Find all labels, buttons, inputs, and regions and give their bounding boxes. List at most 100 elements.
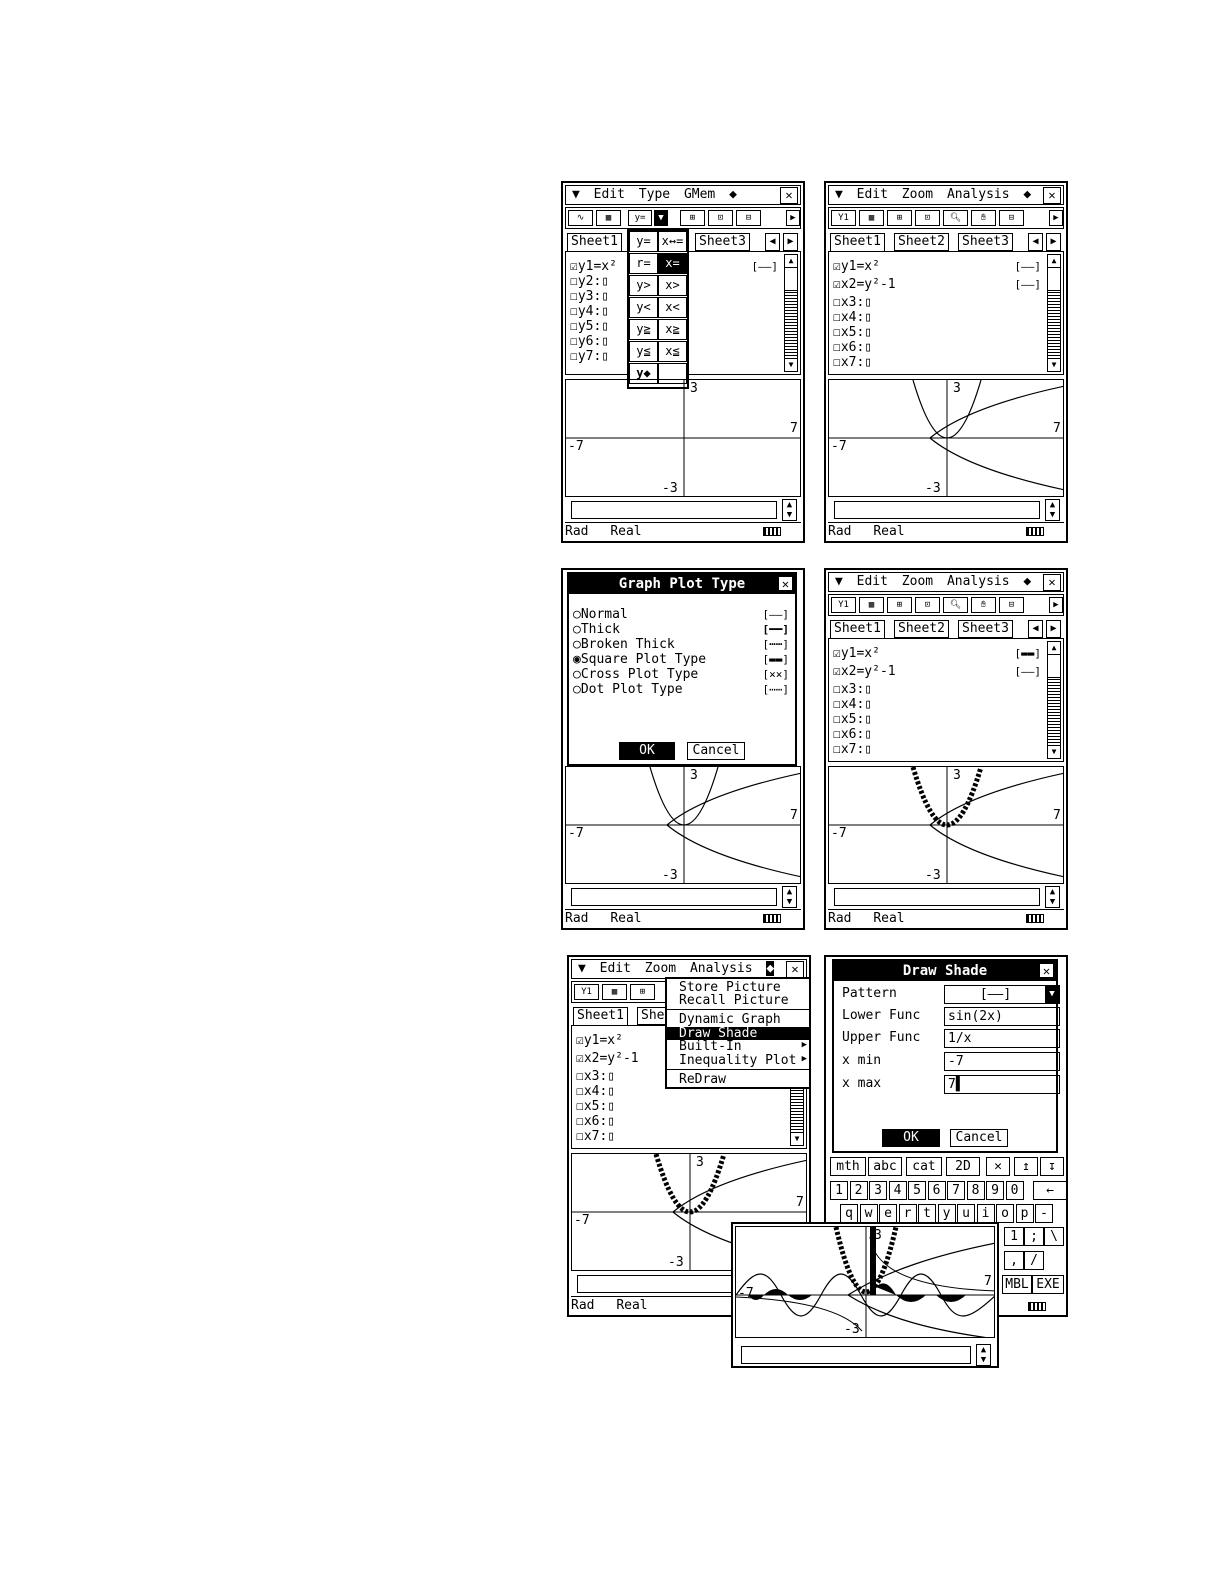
- diamond-icon[interactable]: ◆: [729, 187, 737, 202]
- menu-dynamic-graph[interactable]: Dynamic Graph: [667, 1013, 809, 1026]
- zoom-in-icon[interactable]: ⊡: [915, 210, 940, 226]
- option-normal[interactable]: ○Normal: [573, 608, 628, 622]
- cancel-button[interactable]: Cancel: [687, 742, 745, 760]
- graph-window[interactable]: 3 7 -7 -3: [565, 379, 801, 497]
- entry-toggle-icon[interactable]: ▲ ▼: [1045, 499, 1060, 521]
- tab-sheet2[interactable]: Sheet2: [894, 233, 949, 251]
- func-row-6[interactable]: ☐x6:▯: [833, 341, 872, 355]
- menu-gmem[interactable]: GMem: [684, 187, 715, 202]
- diamond-icon[interactable]: ◆: [766, 961, 775, 976]
- type-y-eq[interactable]: y=: [629, 231, 658, 252]
- zoom-in-icon[interactable]: ⊡: [708, 210, 733, 226]
- lower-func-input[interactable]: sin(2x): [944, 1007, 1060, 1026]
- close-icon[interactable]: ✕: [1039, 963, 1054, 978]
- type-x-lt[interactable]: x<: [658, 297, 687, 318]
- tab-sheet1[interactable]: Sheet1: [830, 233, 885, 251]
- tab-sheet2-partial[interactable]: She: [637, 1007, 669, 1025]
- func-row-3[interactable]: ☐x3:▯: [833, 296, 872, 310]
- func-style-1[interactable]: [——]: [1015, 260, 1042, 273]
- entry-line-input[interactable]: [834, 501, 1040, 519]
- menu-triangle-icon[interactable]: ▼: [578, 961, 586, 976]
- zoom-box-icon[interactable]: ⊞: [887, 210, 912, 226]
- func-row-1[interactable]: ☑y1=x²: [833, 647, 880, 661]
- kb-key-t[interactable]: t: [918, 1204, 936, 1223]
- func-row-6[interactable]: ☐x6:▯: [833, 728, 872, 742]
- kb-key-semicolon[interactable]: ;: [1024, 1227, 1044, 1246]
- type-y-lt[interactable]: y<: [629, 297, 658, 318]
- close-icon[interactable]: ✕: [778, 576, 793, 591]
- func-row-4[interactable]: ☐x4:▯: [576, 1085, 615, 1099]
- func-row-7[interactable]: ☐y7:▯: [570, 350, 609, 364]
- kb-key-5[interactable]: 5: [908, 1181, 926, 1200]
- tab-sheet1[interactable]: Sheet1: [830, 620, 885, 638]
- tab-left-arrow-icon[interactable]: ◀: [1028, 233, 1043, 251]
- kb-key-e[interactable]: e: [879, 1204, 897, 1223]
- func-row-2[interactable]: ☑x2=y²-1: [833, 665, 896, 679]
- menu-zoom[interactable]: Zoom: [645, 961, 676, 976]
- func-row-7[interactable]: ☐x7:▯: [833, 743, 872, 757]
- func-row-4[interactable]: ☐y4:▯: [570, 305, 609, 319]
- graph-icon[interactable]: ∿: [568, 210, 593, 226]
- func-style-square-icon[interactable]: [▬▬]: [1015, 647, 1042, 660]
- entry-line-input[interactable]: [571, 888, 777, 906]
- kb-key-slash[interactable]: /: [1024, 1251, 1044, 1270]
- kb-key-1[interactable]: 1: [830, 1181, 848, 1200]
- type-dropdown-icon[interactable]: ▼: [654, 210, 668, 226]
- type-y-gt[interactable]: y>: [629, 275, 658, 296]
- option-dot-plot[interactable]: ○Dot Plot Type: [573, 683, 683, 697]
- tab-sheet1[interactable]: Sheet1: [573, 1007, 628, 1025]
- zoom-out-icon[interactable]: ⊟: [999, 597, 1024, 613]
- table-icon[interactable]: ▦: [602, 984, 627, 1000]
- tab-sheet1[interactable]: Sheet1: [567, 233, 622, 251]
- type-x-eq[interactable]: x=: [658, 253, 687, 274]
- tab-left-arrow-icon[interactable]: ◀: [1028, 620, 1043, 638]
- zoom-box-icon[interactable]: ⊞: [630, 984, 655, 1000]
- option-square-plot[interactable]: ◉Square Plot Type: [573, 653, 706, 667]
- kb-key-r[interactable]: r: [898, 1204, 917, 1223]
- func-row-1[interactable]: ☑y1=x²: [576, 1034, 623, 1048]
- kb-key-8[interactable]: 8: [966, 1181, 985, 1200]
- func-style-normal-icon[interactable]: [——]: [1015, 665, 1042, 678]
- menu-recall-picture[interactable]: Recall Picture: [667, 994, 809, 1007]
- kb-key-9[interactable]: 9: [986, 1181, 1004, 1200]
- zoom-box-icon[interactable]: ⊞: [887, 597, 912, 613]
- menu-redraw[interactable]: ReDraw: [667, 1073, 809, 1086]
- entry-line-input[interactable]: [741, 1346, 971, 1364]
- type-y-ge[interactable]: y≧: [629, 319, 658, 340]
- tab-right-arrow-icon[interactable]: ▶: [1046, 620, 1061, 638]
- graph-window[interactable]: 3 7 -7 -3: [828, 766, 1064, 884]
- graph-window[interactable]: 3 7 -7 -3: [565, 766, 801, 884]
- close-icon[interactable]: ✕: [780, 187, 798, 204]
- func-style-1[interactable]: [——]: [752, 260, 779, 273]
- func-row-5[interactable]: ☐x5:▯: [576, 1100, 615, 1114]
- menu-triangle-icon[interactable]: ▼: [835, 187, 843, 202]
- kb-key-symbol[interactable]: MBL: [1002, 1275, 1032, 1294]
- zoom-out-icon[interactable]: ⊟: [999, 210, 1024, 226]
- graph-window[interactable]: 3 7 -7 -3: [735, 1226, 995, 1338]
- menu-edit[interactable]: Edit: [857, 187, 888, 202]
- func-row-5[interactable]: ☐x5:▯: [833, 326, 872, 340]
- editor-icon[interactable]: Y1: [831, 210, 856, 226]
- type-x-gt[interactable]: x>: [658, 275, 687, 296]
- func-row-7[interactable]: ☐x7:▯: [833, 356, 872, 370]
- func-row-5[interactable]: ☐y5:▯: [570, 320, 609, 334]
- tab-right-arrow-icon[interactable]: ▶: [1046, 233, 1061, 251]
- close-icon[interactable]: ✕: [1043, 574, 1061, 591]
- type-r-eq[interactable]: r=: [629, 253, 658, 274]
- diamond-icon[interactable]: ◆: [1023, 574, 1031, 589]
- x-max-input[interactable]: 7▌: [944, 1075, 1060, 1094]
- tab-sheet3[interactable]: Sheet3: [958, 233, 1013, 251]
- menu-triangle-icon[interactable]: ▼: [572, 187, 580, 202]
- func-row-3[interactable]: ☐x3:▯: [576, 1070, 615, 1084]
- option-thick[interactable]: ○Thick: [573, 623, 620, 637]
- menu-zoom[interactable]: Zoom: [902, 574, 933, 589]
- kb-tab-mth[interactable]: mth: [830, 1157, 866, 1176]
- type-x-param[interactable]: x↔=: [658, 231, 687, 252]
- type-x-le[interactable]: x≦: [658, 341, 687, 362]
- upper-func-input[interactable]: 1/x: [944, 1029, 1060, 1048]
- menu-edit[interactable]: Edit: [600, 961, 631, 976]
- kb-key-4[interactable]: 4: [888, 1181, 907, 1200]
- menu-built-in[interactable]: Built-In: [667, 1040, 809, 1053]
- func-row-4[interactable]: ☐x4:▯: [833, 698, 872, 712]
- zoom-magnify-icon[interactable]: 🔍︎: [943, 210, 968, 226]
